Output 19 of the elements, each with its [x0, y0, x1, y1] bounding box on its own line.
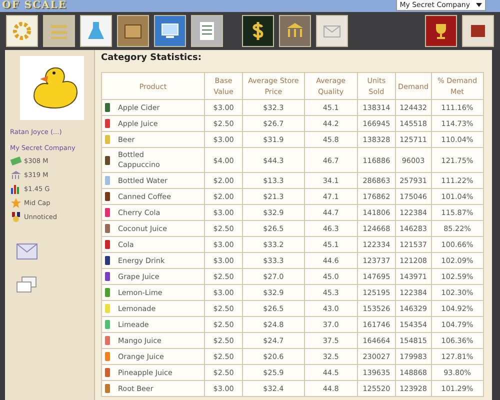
chat-icon[interactable]: [16, 276, 38, 294]
section-title: Category Statistics:: [101, 53, 202, 65]
banknote-icon: [10, 156, 22, 166]
bar-chart-icon: [10, 184, 22, 194]
duck-avatar: [20, 56, 84, 120]
medal-icon: [10, 212, 22, 222]
caret-icon: [476, 3, 482, 7]
bank-icon: [10, 170, 22, 180]
trophy-icon[interactable]: [425, 15, 457, 47]
box-icon[interactable]: [117, 15, 149, 47]
logo-text: OF SCALE: [1, 0, 67, 12]
computer-icon[interactable]: [154, 15, 186, 47]
envelope-icon[interactable]: [316, 15, 348, 47]
dollar-icon[interactable]: [242, 15, 274, 47]
checklist-icon[interactable]: [191, 15, 223, 47]
flask-icon[interactable]: [80, 15, 112, 47]
star-icon: [10, 198, 22, 208]
bank-icon[interactable]: [279, 15, 311, 47]
gear-icon[interactable]: [6, 15, 38, 47]
